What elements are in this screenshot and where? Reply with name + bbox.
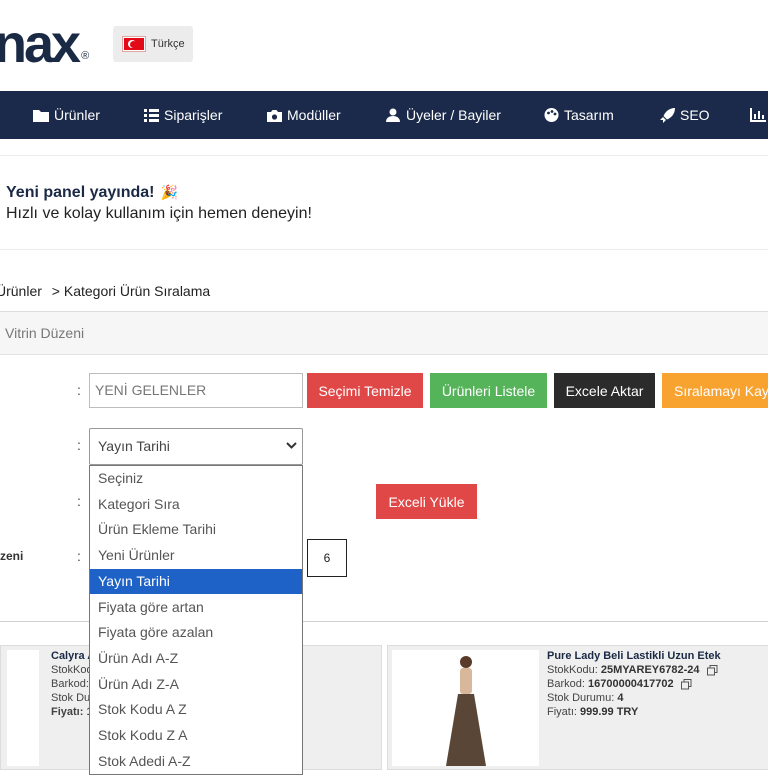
- nav-label: SEO: [680, 107, 710, 123]
- sort-option[interactable]: Fiyata göre artan: [90, 595, 302, 621]
- rocket-icon: [660, 107, 675, 123]
- sort-option[interactable]: Stok Kodu Z A: [90, 723, 302, 749]
- copy-icon[interactable]: [680, 678, 692, 690]
- nav-label: Siparişler: [164, 107, 223, 123]
- list-icon: [144, 108, 159, 122]
- product-image[interactable]: [7, 650, 39, 766]
- stock-code-label: StokKodu:: [547, 664, 598, 676]
- sort-option[interactable]: Fiyata göre azalan: [90, 620, 302, 646]
- field-colon: :: [77, 382, 81, 398]
- announcement-title: Yeni panel yayında! 🎉: [6, 184, 178, 202]
- nav-item-members[interactable]: Üyeler / Bayiler: [386, 91, 501, 139]
- nav-item-design[interactable]: Tasarım: [544, 91, 614, 139]
- nav-item-reports[interactable]: [750, 91, 768, 139]
- breadcrumb-separator: >: [51, 283, 60, 299]
- sort-option[interactable]: Yayın Tarihi: [90, 568, 302, 595]
- breadcrumb-products[interactable]: Ürünler: [0, 283, 42, 299]
- nav-label: Modüller: [287, 107, 341, 123]
- per-row-input[interactable]: 6: [307, 539, 347, 577]
- users-icon: [386, 108, 400, 122]
- list-products-button[interactable]: Ürünleri Listele: [430, 373, 547, 408]
- panel-header: Vitrin Düzeni: [0, 311, 768, 355]
- nav-label: Tasarım: [564, 107, 614, 123]
- sort-option[interactable]: Yeni Ürünler: [90, 543, 302, 569]
- product-price: Fiyatı: 999.99 TRY: [547, 706, 638, 718]
- product-stock-status: Stok Du: [51, 692, 91, 704]
- registered-mark: ®: [81, 50, 90, 62]
- price-value: 999.99 TRY: [580, 706, 639, 718]
- category-input[interactable]: YENİ GELENLER: [89, 373, 303, 408]
- language-label: Türkçe: [151, 38, 185, 50]
- logo-text: nax: [0, 14, 81, 74]
- field-colon: :: [77, 437, 81, 453]
- clear-selection-button[interactable]: Seçimi Temizle: [307, 373, 423, 408]
- sort-option[interactable]: Seçiniz: [90, 466, 302, 492]
- announcement-subtitle[interactable]: Hızlı ve kolay kullanım için hemen deney…: [6, 205, 312, 223]
- product-price: Fiyatı: 1: [51, 706, 93, 718]
- sort-option[interactable]: Stok Adedi A-Z: [90, 749, 302, 774]
- barcode-label: Barkod:: [547, 678, 585, 690]
- field-colon: :: [77, 548, 81, 564]
- sort-option[interactable]: Ürün Adı Z-A: [90, 672, 302, 698]
- save-sort-button[interactable]: Sıralamayı Kaydet: [662, 373, 768, 408]
- product-card[interactable]: Pure Lady Beli Lastikli Uzun Etek StokKo…: [387, 645, 768, 770]
- nav-item-orders[interactable]: Siparişler: [144, 91, 222, 139]
- main-nav: Ürünler Siparişler Modüller Üyeler / Bay…: [0, 91, 768, 139]
- turkey-flag-icon: [122, 36, 146, 52]
- language-selector[interactable]: Türkçe: [113, 26, 193, 62]
- nav-label: Üyeler / Bayiler: [406, 107, 501, 123]
- product-photo-skirt: [392, 650, 539, 766]
- panel-title: Vitrin Düzeni: [5, 325, 85, 341]
- copy-icon[interactable]: [706, 664, 718, 676]
- sort-dropdown-list: Seçiniz Kategori Sıra Ürün Ekleme Tarihi Ye…: [89, 465, 303, 775]
- chart-icon: [750, 108, 766, 122]
- product-stock-status: Stok Durumu: 4: [547, 692, 623, 704]
- upload-excel-button[interactable]: Exceli Yükle: [376, 484, 477, 519]
- product-stock-code: StokKod: [51, 664, 93, 676]
- breadcrumb: Ürünler > Kategori Ürün Sıralama: [0, 283, 210, 299]
- stock-status-value: 4: [617, 692, 624, 704]
- announcement-title-text: Yeni panel yayında!: [6, 184, 155, 201]
- field-colon: :: [77, 493, 81, 509]
- export-excel-button[interactable]: Excele Aktar: [554, 373, 655, 408]
- folder-icon: [33, 109, 49, 122]
- row-layout-label: zeni: [0, 549, 24, 563]
- nav-item-seo[interactable]: SEO: [660, 91, 710, 139]
- product-name: Pure Lady Beli Lastikli Uzun Etek: [547, 650, 721, 662]
- breadcrumb-current: Kategori Ürün Sıralama: [63, 283, 211, 299]
- nav-item-products[interactable]: Ürünler: [33, 91, 100, 139]
- product-barcode: Barkod: 16700000417702: [547, 678, 692, 690]
- product-stock-code: StokKodu: 25MYAREY6782-24: [547, 664, 718, 676]
- product-image[interactable]: [392, 650, 539, 766]
- stock-status-label: Stok Durumu:: [547, 692, 615, 704]
- camera-icon: [267, 109, 282, 122]
- barcode-value: 16700000417702: [587, 678, 674, 690]
- sort-option[interactable]: Ürün Adı A-Z: [90, 646, 302, 672]
- product-barcode: Barkod:: [51, 678, 89, 690]
- nav-item-modules[interactable]: Modüller: [267, 91, 341, 139]
- sort-select[interactable]: Yayın Tarihi: [89, 428, 303, 465]
- stock-code-value: 25MYAREY6782-24: [600, 664, 700, 676]
- palette-icon: [544, 108, 559, 122]
- nav-label: Ürünler: [54, 107, 100, 123]
- header: nax ® Türkçe: [0, 0, 768, 91]
- brand-logo[interactable]: nax ®: [0, 14, 90, 74]
- price-label: Fiyatı:: [547, 706, 577, 718]
- sort-option[interactable]: Kategori Sıra: [90, 492, 302, 518]
- chevron-down-icon: [286, 442, 297, 449]
- announcement-banner: Yeni panel yayında! 🎉 Hızlı ve kolay kull…: [0, 155, 768, 250]
- sort-option[interactable]: Ürün Ekleme Tarihi: [90, 517, 302, 543]
- sort-select-value: Yayın Tarihi: [98, 438, 170, 454]
- party-popper-icon: 🎉: [160, 184, 178, 200]
- sort-option[interactable]: Stok Kodu A Z: [90, 697, 302, 723]
